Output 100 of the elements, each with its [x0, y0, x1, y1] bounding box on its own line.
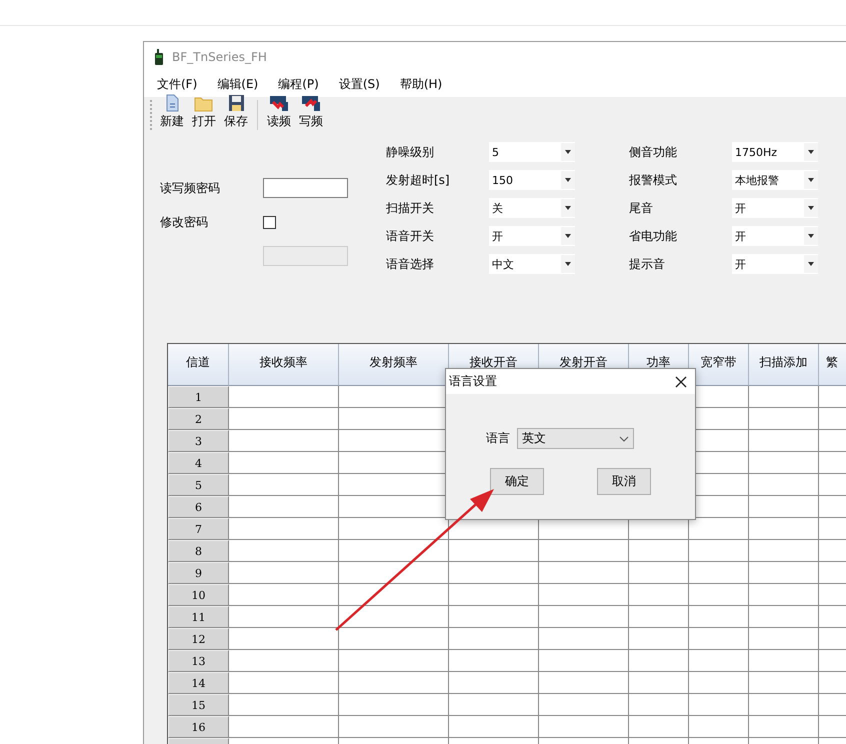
- dialog-button[interactable]: 取消: [597, 468, 651, 495]
- channel-number: 3: [168, 430, 229, 452]
- table-cell: [629, 650, 689, 672]
- menu-item[interactable]: 编辑(E): [217, 76, 258, 93]
- channel-number: 4: [168, 452, 229, 474]
- dropdown-arrow-icon: [565, 150, 571, 154]
- toolbar-button[interactable]: 打开: [190, 94, 218, 130]
- window-title: BF_TnSeries_FH: [172, 50, 267, 64]
- toolbar-button[interactable]: 新建: [158, 94, 186, 130]
- table-cell: [749, 496, 819, 518]
- dropdown-arrow-icon: [565, 206, 571, 210]
- table-cell: [749, 716, 819, 738]
- channel-number: 14: [168, 672, 229, 694]
- setting-dropdown[interactable]: 开: [732, 226, 818, 246]
- table-cell: [689, 694, 749, 716]
- column-header: 宽窄带: [689, 344, 749, 386]
- table-cell: [749, 672, 819, 694]
- setting-dropdown[interactable]: 开: [732, 254, 818, 274]
- toolbar-button[interactable]: 写频: [297, 94, 325, 130]
- setting-label: 提示音: [629, 256, 666, 272]
- dialog-button[interactable]: 确定: [490, 468, 544, 495]
- table-cell: [629, 584, 689, 606]
- setting-dropdown[interactable]: 5: [489, 142, 575, 162]
- menu-item[interactable]: 编程(P): [278, 76, 319, 93]
- dropdown-arrow-icon: [565, 178, 571, 182]
- menu-item[interactable]: 帮助(H): [400, 76, 442, 93]
- setting-dropdown[interactable]: 开: [732, 198, 818, 218]
- table-cell: [749, 540, 819, 562]
- channel-number: 11: [168, 606, 229, 628]
- dropdown-arrow-icon: [565, 234, 571, 238]
- channel-number: 2: [168, 408, 229, 430]
- table-cell: [689, 606, 749, 628]
- table-cell: [629, 562, 689, 584]
- setting-label: 侧音功能: [629, 144, 678, 160]
- channel-number: 13: [168, 650, 229, 672]
- toolbar-button[interactable]: 读频: [265, 94, 293, 130]
- setting-dropdown[interactable]: 开: [489, 226, 575, 246]
- table-cell: [689, 672, 749, 694]
- channel-number: 8: [168, 540, 229, 562]
- setting-label: 静噪级别: [386, 144, 435, 160]
- table-cell: [689, 540, 749, 562]
- menu-item[interactable]: 文件(F): [157, 76, 198, 93]
- password-field[interactable]: [263, 178, 348, 198]
- setting-label: 省电功能: [629, 228, 678, 244]
- table-cell: [749, 584, 819, 606]
- table-cell: [749, 694, 819, 716]
- dropdown-arrow-icon: [808, 206, 814, 210]
- language-dropdown[interactable]: 英文: [517, 428, 634, 449]
- channel-number: 1: [168, 386, 229, 408]
- setting-dropdown[interactable]: 关: [489, 198, 575, 218]
- dropdown-arrow-icon: [808, 150, 814, 154]
- setting-label: 扫描开关: [386, 200, 435, 216]
- column-header: 信道: [168, 344, 229, 386]
- channel-number: 7: [168, 518, 229, 540]
- table-cell: [629, 606, 689, 628]
- table-cell: [749, 628, 819, 650]
- password-label: 读写频密码: [160, 180, 221, 196]
- dropdown-arrow-icon: [808, 178, 814, 182]
- table-cell: [749, 518, 819, 540]
- channel-number: 9: [168, 562, 229, 584]
- radio-transfer-icon: [269, 94, 289, 112]
- table-cell: [629, 628, 689, 650]
- table-cell: [689, 716, 749, 738]
- setting-label: 语音开关: [386, 228, 435, 244]
- table-cell: [689, 628, 749, 650]
- close-icon[interactable]: [673, 374, 689, 390]
- table-cell: [689, 650, 749, 672]
- change-password-checkbox[interactable]: [263, 216, 276, 228]
- table-cell: [749, 474, 819, 496]
- setting-dropdown[interactable]: 中文: [489, 254, 575, 274]
- table-cell: [749, 430, 819, 452]
- setting-dropdown[interactable]: 本地报警: [732, 170, 818, 190]
- channel-number: 12: [168, 628, 229, 650]
- table-cell: [689, 562, 749, 584]
- column-header: 繁: [819, 344, 846, 386]
- change-password-label: 修改密码: [160, 214, 209, 230]
- channel-number: 15: [168, 694, 229, 716]
- table-cell: [749, 562, 819, 584]
- setting-dropdown[interactable]: 1750Hz: [732, 142, 818, 162]
- table-cell: [749, 386, 819, 408]
- menu-item[interactable]: 设置(S): [338, 76, 380, 93]
- table-cell: [749, 408, 819, 430]
- channel-number: 5: [168, 474, 229, 496]
- table-cell: [629, 540, 689, 562]
- table-cell: [749, 650, 819, 672]
- dropdown-arrow-icon: [808, 234, 814, 238]
- radio-icon: [154, 49, 164, 65]
- channel-number: 6: [168, 496, 229, 518]
- chevron-down-icon: [619, 436, 629, 442]
- channel-number: 10: [168, 584, 229, 606]
- channel-number: 16: [168, 716, 229, 738]
- dropdown-arrow-icon: [565, 262, 571, 266]
- column-header: 发射频率: [339, 344, 449, 386]
- radio-transfer-icon: [301, 94, 321, 112]
- toolbar-button[interactable]: 保存: [222, 94, 250, 130]
- dropdown-arrow-icon: [808, 262, 814, 266]
- language-label: 语言: [486, 430, 510, 447]
- table-cell: [749, 452, 819, 474]
- setting-label: 发射超时[s]: [386, 172, 451, 188]
- setting-dropdown[interactable]: 150: [489, 170, 575, 190]
